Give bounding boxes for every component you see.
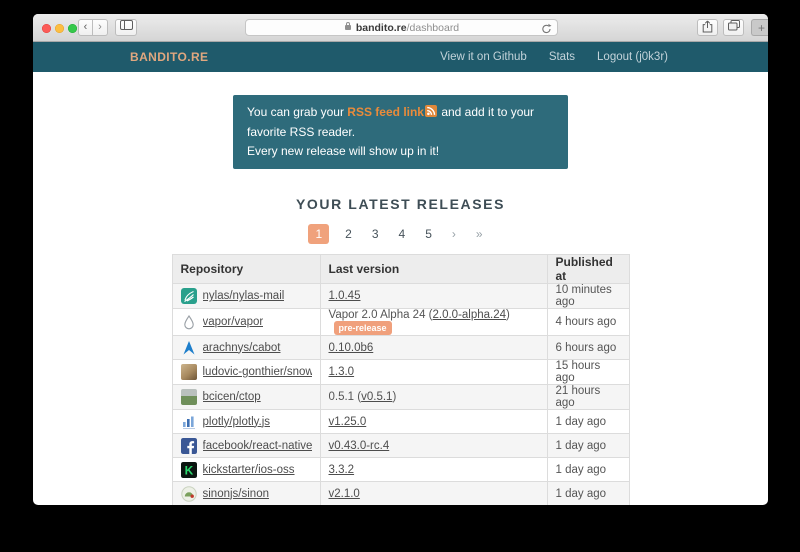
- rss-info-box: You can grab your RSS feed link and add …: [233, 95, 568, 169]
- browser-window: ‹ › bandito.re/dashboard: [33, 14, 768, 505]
- published-at: 15 hours ago: [547, 360, 629, 385]
- published-at: 6 hours ago: [547, 336, 629, 360]
- new-tab-button[interactable]: +: [751, 19, 768, 36]
- forward-button[interactable]: ›: [93, 19, 108, 36]
- lock-icon: [344, 21, 352, 34]
- nav-link-stats[interactable]: Stats: [549, 51, 575, 63]
- rss-info-line1: You can grab your RSS feed link and add …: [247, 103, 554, 142]
- version-text: ): [506, 309, 510, 321]
- pagination: 1 2 3 4 5 › »: [33, 224, 768, 244]
- page-title: YOUR LATEST RELEASES: [33, 196, 768, 212]
- rss-info-line2: Every new release will show up in it!: [247, 142, 554, 161]
- table-row: sinonjs/sinon v2.1.0 1 day ago: [172, 482, 629, 506]
- page-2[interactable]: 2: [335, 224, 362, 244]
- version-link[interactable]: 1.0.45: [329, 290, 361, 302]
- url-domain: bandito.re: [356, 22, 407, 34]
- table-row: bcicen/ctop 0.5.1 (v0.5.1) 21 hours ago: [172, 385, 629, 410]
- published-at: 4 hours ago: [547, 309, 629, 336]
- tab-overview-button[interactable]: [723, 19, 744, 36]
- published-at: 1 day ago: [547, 458, 629, 482]
- version-link[interactable]: 3.3.2: [329, 464, 355, 476]
- kickstarter-icon: K: [181, 462, 197, 478]
- browser-toolbar: ‹ › bandito.re/dashboard: [33, 14, 768, 42]
- page-5[interactable]: 5: [415, 224, 442, 244]
- table-row: plotly/plotly.js v1.25.0 1 day ago: [172, 410, 629, 434]
- repo-link[interactable]: ludovic-gonthier/snowshoe: [203, 366, 312, 378]
- version-link[interactable]: v0.43.0-rc.4: [329, 440, 390, 452]
- url-path: /dashboard: [407, 22, 460, 34]
- version-link[interactable]: 1.3.0: [329, 366, 355, 378]
- share-icon: [702, 24, 713, 36]
- close-window-button[interactable]: [42, 24, 51, 33]
- minimize-window-button[interactable]: [55, 24, 64, 33]
- repo-link[interactable]: facebook/react-native: [203, 440, 312, 452]
- version-text: ): [392, 391, 396, 403]
- reload-button[interactable]: [541, 23, 552, 38]
- col-header-repository: Repository: [172, 255, 320, 284]
- table-row: nylas/nylas-mail 1.0.45 10 minutes ago: [172, 284, 629, 309]
- prerelease-badge: pre-release: [334, 321, 392, 335]
- repo-link[interactable]: vapor/vapor: [203, 316, 264, 328]
- vapor-icon: [181, 314, 197, 330]
- releases-table: Repository Last version Published at nyl…: [172, 254, 630, 505]
- table-row: arachnys/cabot 0.10.0b6 6 hours ago: [172, 336, 629, 360]
- repo-link[interactable]: sinonjs/sinon: [203, 488, 269, 500]
- nav-link-logout[interactable]: Logout (j0k3r): [597, 51, 668, 63]
- sidebar-button[interactable]: [115, 19, 137, 36]
- repo-link[interactable]: plotly/plotly.js: [203, 416, 271, 428]
- sidebar-icon: [120, 21, 133, 33]
- version-link[interactable]: v1.25.0: [329, 416, 367, 428]
- site-navbar: BANDITO.RE View it on Github Stats Logou…: [33, 42, 768, 72]
- traffic-lights: [42, 24, 77, 33]
- version-link[interactable]: 2.0.0-alpha.24: [433, 309, 507, 321]
- page-3[interactable]: 3: [362, 224, 389, 244]
- page-1-active[interactable]: 1: [308, 224, 329, 244]
- tabs-icon: [728, 22, 740, 34]
- published-at: 1 day ago: [547, 410, 629, 434]
- repo-link[interactable]: kickstarter/ios-oss: [203, 464, 295, 476]
- table-row: ludovic-gonthier/snowshoe 1.3.0 15 hours…: [172, 360, 629, 385]
- version-link[interactable]: v2.1.0: [329, 488, 360, 500]
- svg-text:K: K: [184, 463, 193, 477]
- published-at: 1 day ago: [547, 482, 629, 506]
- table-header-row: Repository Last version Published at: [172, 255, 629, 284]
- snowshoe-icon: [181, 364, 197, 380]
- table-row: vapor/vapor Vapor 2.0 Alpha 24 (2.0.0-al…: [172, 309, 629, 336]
- version-text: 0.5.1 (: [329, 391, 362, 403]
- facebook-icon: [181, 438, 197, 454]
- nylas-icon: [181, 288, 197, 304]
- version-link[interactable]: 0.10.0b6: [329, 342, 374, 354]
- published-at: 10 minutes ago: [547, 284, 629, 309]
- ctop-icon: [181, 389, 197, 405]
- zoom-window-button[interactable]: [68, 24, 77, 33]
- sinon-icon: [181, 486, 197, 502]
- page-next-icon[interactable]: ›: [442, 224, 466, 244]
- page-4[interactable]: 4: [389, 224, 416, 244]
- rss-feed-link[interactable]: RSS feed link: [347, 105, 424, 119]
- share-button[interactable]: [697, 19, 718, 36]
- page-last-icon[interactable]: »: [466, 224, 493, 244]
- repo-link[interactable]: arachnys/cabot: [203, 342, 281, 354]
- plotly-icon: [181, 414, 197, 430]
- brand-link[interactable]: BANDITO.RE: [130, 50, 208, 64]
- published-at: 1 day ago: [547, 434, 629, 458]
- back-button[interactable]: ‹: [78, 19, 93, 36]
- table-row: facebook/react-native v0.43.0-rc.4 1 day…: [172, 434, 629, 458]
- repo-link[interactable]: bcicen/ctop: [203, 391, 261, 403]
- rss-icon[interactable]: [425, 104, 437, 123]
- cabot-icon: [181, 340, 197, 356]
- published-at: 21 hours ago: [547, 385, 629, 410]
- repo-link[interactable]: nylas/nylas-mail: [203, 290, 285, 302]
- nav-link-github[interactable]: View it on Github: [440, 51, 527, 63]
- address-bar[interactable]: bandito.re/dashboard: [245, 19, 558, 36]
- col-header-last-version: Last version: [320, 255, 547, 284]
- version-link[interactable]: v0.5.1: [361, 391, 392, 403]
- version-text: Vapor 2.0 Alpha 24 (: [329, 309, 433, 321]
- table-row: Kkickstarter/ios-oss 3.3.2 1 day ago: [172, 458, 629, 482]
- col-header-published-at: Published at: [547, 255, 629, 284]
